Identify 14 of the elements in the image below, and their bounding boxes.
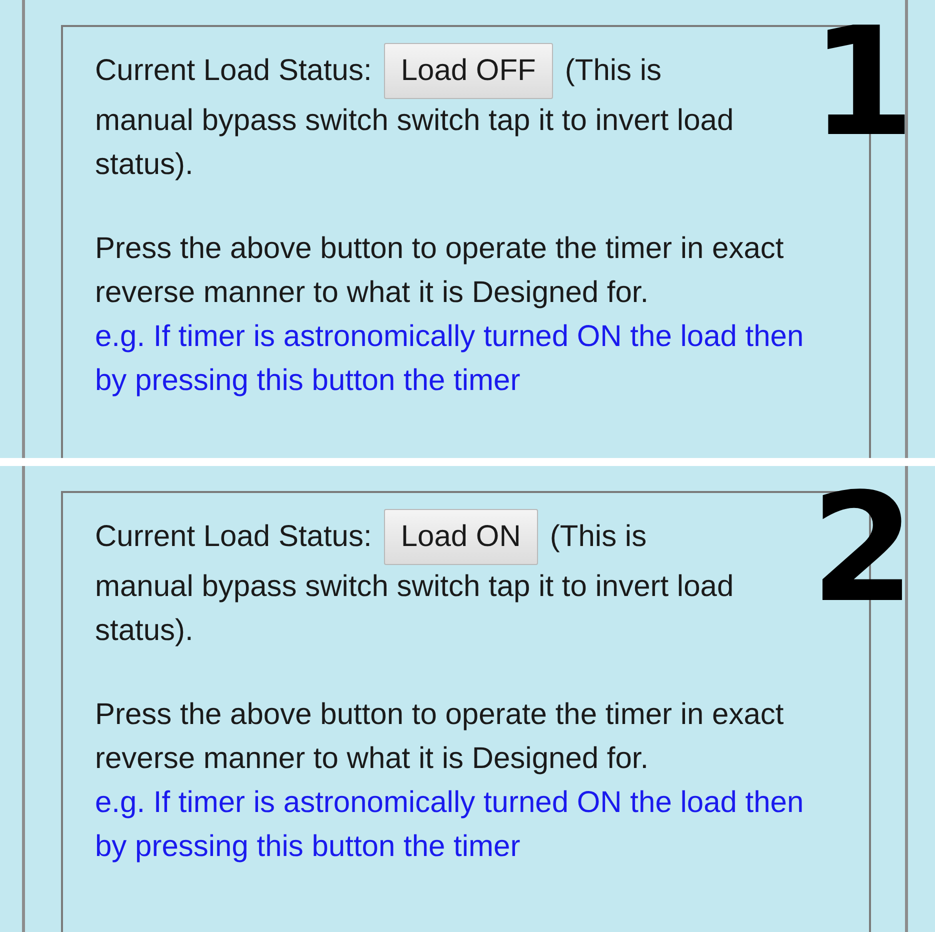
- note-text: (This is: [550, 520, 647, 554]
- description-text: Press the above button to operate the timer in exact reverse manner to what it is Designed for.: [95, 231, 785, 311]
- note-text: (This is: [564, 54, 662, 88]
- step-number: 2: [810, 474, 915, 624]
- step-number: 1: [810, 8, 915, 158]
- load-toggle-button[interactable]: Load ON: [384, 509, 538, 565]
- example-text: e.g. If timer is astronomically turned ON the load then by pressing this button the timer: [95, 319, 805, 399]
- status-label: Current Load Status:: [95, 54, 372, 88]
- status-label: Current Load Status:: [95, 520, 372, 554]
- example-text: e.g. If timer is astronomically turned ON the load then by pressing this button the timer: [95, 785, 805, 865]
- description-text: Press the above button to operate the timer in exact reverse manner to what it is Designed for.: [95, 697, 785, 777]
- note-text: manual bypass switch switch tap it to invert load status).: [95, 103, 735, 183]
- note-text: manual bypass switch switch tap it to invert load status).: [95, 569, 735, 649]
- load-toggle-button[interactable]: Load OFF: [384, 43, 553, 99]
